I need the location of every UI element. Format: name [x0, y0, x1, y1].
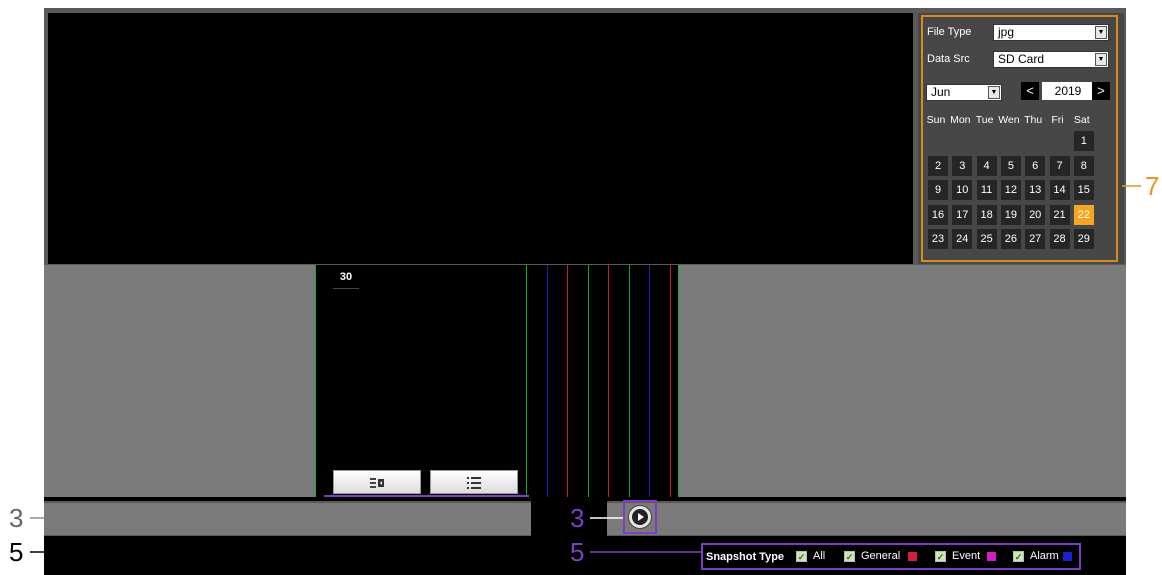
callout-lines [30, 185, 1141, 553]
callout-7: 7 [1145, 171, 1160, 201]
callout-5-left: 5 [9, 537, 24, 567]
callout-3-left: 3 [9, 503, 24, 533]
callout-5-mid: 5 [570, 537, 585, 567]
callout-3-mid: 3 [570, 503, 585, 533]
